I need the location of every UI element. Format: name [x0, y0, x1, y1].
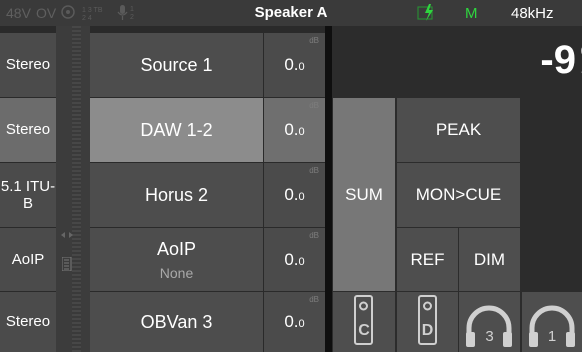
sum-button[interactable]: SUM [333, 98, 395, 291]
arrows-icon [61, 232, 73, 238]
format-label-row-1[interactable]: Stereo [0, 33, 56, 97]
source-name-label: Horus 2 [144, 184, 209, 205]
gain-row-3[interactable]: dB 0.0 [264, 163, 325, 227]
source-sub-label: None [159, 264, 194, 281]
gain-value: 0. [284, 120, 299, 139]
gain-value: 0. [284, 312, 299, 331]
speaker-d-label: D [421, 322, 434, 339]
power-icon [417, 4, 437, 22]
mon-cue-button[interactable]: MON>CUE [397, 163, 520, 227]
format-label-row-2[interactable]: Stereo [0, 98, 56, 162]
gain-value: 0. [284, 249, 299, 269]
meter-rail [72, 26, 81, 352]
source-name-label: Source 1 [140, 54, 213, 75]
gain-unit: dB [309, 295, 319, 304]
source-name-row-5[interactable]: OBVan 3 [90, 292, 263, 352]
format-label-row-5[interactable]: Stereo [0, 292, 56, 352]
gain-decimal: 0 [298, 126, 305, 138]
dim-button[interactable]: DIM [459, 228, 520, 291]
meter-fader-icon [62, 257, 72, 271]
level-meter [56, 26, 90, 352]
gain-decimal: 0 [298, 61, 305, 73]
gain-value: 0. [284, 55, 299, 74]
headphone-3-button[interactable]: 3 [459, 292, 520, 352]
status-bar: 48V OV 1 3 TB 2 4 12 Speaker A M 48kHz [0, 0, 582, 26]
source-name-row-2[interactable]: DAW 1-2 [90, 98, 263, 162]
source-name-label: OBVan 3 [140, 311, 213, 332]
gain-decimal: 0 [298, 318, 305, 330]
gain-decimal: 0 [298, 191, 305, 203]
speaker-d-button[interactable]: D [397, 292, 458, 352]
source-name-row-3[interactable]: Horus 2 [90, 163, 263, 227]
source-name-row-4[interactable]: AoIP None [90, 228, 263, 291]
sample-rate: 48kHz [511, 5, 554, 22]
gain-unit: dB [309, 231, 319, 240]
format-label-row-3[interactable]: 5.1 ITU-B [0, 163, 56, 227]
headphone-1-button[interactable]: 1 [522, 292, 582, 352]
gain-row-2[interactable]: dB 0.0 [264, 98, 325, 162]
gain-value: 0. [284, 185, 299, 204]
format-label-row-4[interactable]: AoIP [0, 228, 56, 291]
headphone-1-label: 1 [547, 328, 557, 345]
source-name-label: AoIP [156, 238, 197, 259]
source-name-label: DAW 1-2 [140, 119, 213, 140]
gain-unit: dB [309, 166, 319, 175]
ref-button[interactable]: REF [397, 228, 458, 291]
gain-row-1[interactable]: dB 0.0 [264, 33, 325, 97]
gain-decimal: 0 [298, 255, 305, 268]
speaker-c-label: C [358, 322, 370, 339]
gain-row-5[interactable]: dB 0.0 [264, 292, 325, 352]
peak-button[interactable]: PEAK [397, 98, 520, 162]
gain-unit: dB [309, 36, 319, 45]
gain-row-4[interactable]: dB 0.0 [264, 228, 325, 291]
page-title: Speaker A [254, 4, 328, 21]
gain-unit: dB [309, 101, 319, 110]
monitor-level: -9 [540, 38, 576, 82]
mode-indicator: M [465, 5, 478, 22]
headphone-3-label: 3 [485, 328, 494, 345]
monitor-level-display: -9 dB .5 [540, 38, 582, 83]
speaker-c-button[interactable]: C [333, 292, 395, 352]
panel-divider [325, 26, 332, 352]
source-name-row-1[interactable]: Source 1 [90, 33, 263, 97]
